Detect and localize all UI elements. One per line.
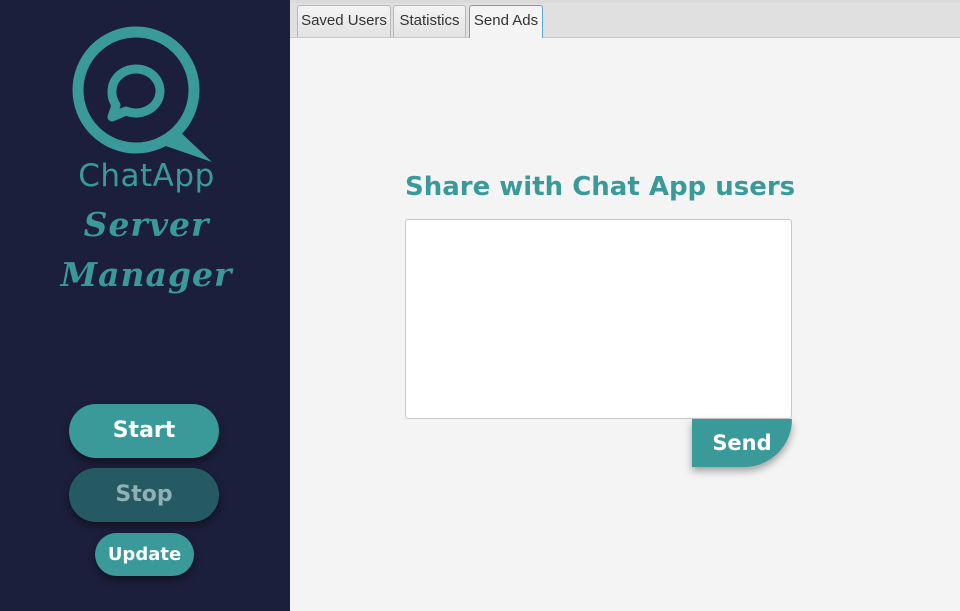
start-button[interactable]: Start — [69, 404, 219, 458]
logo-text: ChatApp — [78, 158, 215, 194]
app-subtitle: Server Manager — [60, 205, 233, 294]
chat-bubble-logo-icon — [72, 26, 212, 162]
tab-saved-users[interactable]: Saved Users — [297, 5, 391, 37]
ad-message-textarea[interactable] — [405, 219, 792, 419]
sidebar: ChatApp Server Manager Start Stop Update — [0, 0, 290, 611]
stop-button[interactable]: Stop — [69, 468, 219, 522]
tab-statistics[interactable]: Statistics — [393, 5, 466, 37]
tab-send-ads[interactable]: Send Ads — [469, 5, 543, 38]
share-title: Share with Chat App users — [405, 172, 796, 202]
update-button[interactable]: Update — [95, 533, 194, 576]
